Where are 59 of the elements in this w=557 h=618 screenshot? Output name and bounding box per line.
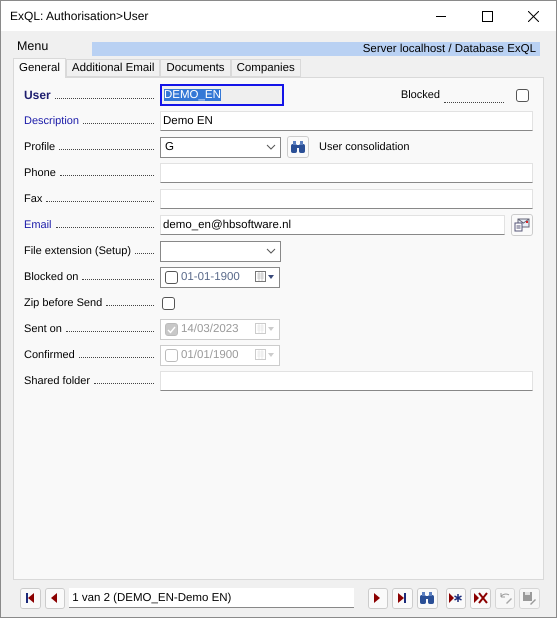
field-label: Blocked on	[24, 271, 78, 283]
close-icon	[528, 10, 538, 22]
binoculars-icon	[290, 140, 306, 154]
save-icon	[522, 591, 538, 605]
prev-button[interactable]	[44, 588, 66, 608]
tab[interactable]: Companies	[230, 59, 301, 77]
new-button[interactable]	[446, 588, 466, 608]
record-field[interactable]: 1 van 2 (DEMO_EN-Demo EN)	[69, 588, 354, 608]
text-field[interactable]	[160, 163, 533, 183]
field-label: Confirmed	[24, 349, 75, 361]
dropdown[interactable]	[160, 240, 281, 262]
find-button[interactable]	[416, 588, 438, 608]
next-button[interactable]	[368, 588, 388, 608]
field-label: Sent on	[24, 323, 62, 335]
text-field[interactable]	[160, 189, 533, 209]
undo-icon	[498, 591, 513, 605]
field-label: Fax	[24, 193, 42, 205]
delete-icon	[472, 591, 488, 605]
field-label: File extension (Setup)	[24, 245, 131, 257]
calendar-icon	[255, 349, 275, 361]
text-field[interactable]: Demo EN	[160, 111, 533, 131]
field-label: User	[24, 88, 51, 102]
delete-button[interactable]	[470, 588, 491, 608]
caret-icon	[266, 144, 276, 150]
blocked-label: Blocked	[400, 89, 440, 101]
field-label: Phone	[24, 167, 56, 179]
caret-icon	[266, 248, 276, 254]
menu[interactable]: Menu	[17, 39, 48, 53]
field-label: Zip before Send	[24, 297, 102, 309]
date-picker: 01/01/1900	[160, 344, 280, 366]
window-title: ExQL: Authorisation>User	[10, 9, 150, 23]
first-button[interactable]	[20, 588, 41, 608]
calendar-icon	[255, 323, 275, 335]
text-field[interactable]: DEMO_EN	[160, 84, 284, 106]
calendar-icon	[255, 271, 275, 283]
tab[interactable]: Documents	[160, 59, 231, 77]
envelope-icon	[514, 218, 530, 232]
new-record-icon	[448, 591, 464, 605]
last-button[interactable]	[392, 588, 413, 608]
field-label: Shared folder	[24, 375, 90, 387]
blocked-checkbox[interactable]	[516, 88, 529, 102]
profile-description: User consolidation	[319, 141, 410, 153]
date-picker: 14/03/2023	[160, 318, 280, 340]
date-checkbox[interactable]	[165, 270, 178, 284]
search-button[interactable]	[287, 136, 309, 158]
tab[interactable]: General	[13, 58, 66, 78]
field-label: Description	[24, 115, 80, 127]
tab[interactable]: Additional Email	[66, 59, 160, 77]
text-field[interactable]	[160, 371, 533, 391]
send-mail-button[interactable]	[511, 214, 533, 236]
field-label: Profile	[24, 141, 56, 153]
dropdown[interactable]: G	[160, 136, 281, 158]
maximize-icon	[482, 10, 492, 22]
email-field[interactable]: demo_en@hbsoftware.nl	[160, 215, 505, 235]
checkbox[interactable]	[162, 296, 175, 310]
binoculars-icon	[419, 591, 436, 605]
date-picker[interactable]: 01-01-1900	[160, 266, 280, 288]
field-label: Email	[24, 219, 52, 231]
status-bar: Server localhost / Database ExQL	[92, 42, 540, 56]
